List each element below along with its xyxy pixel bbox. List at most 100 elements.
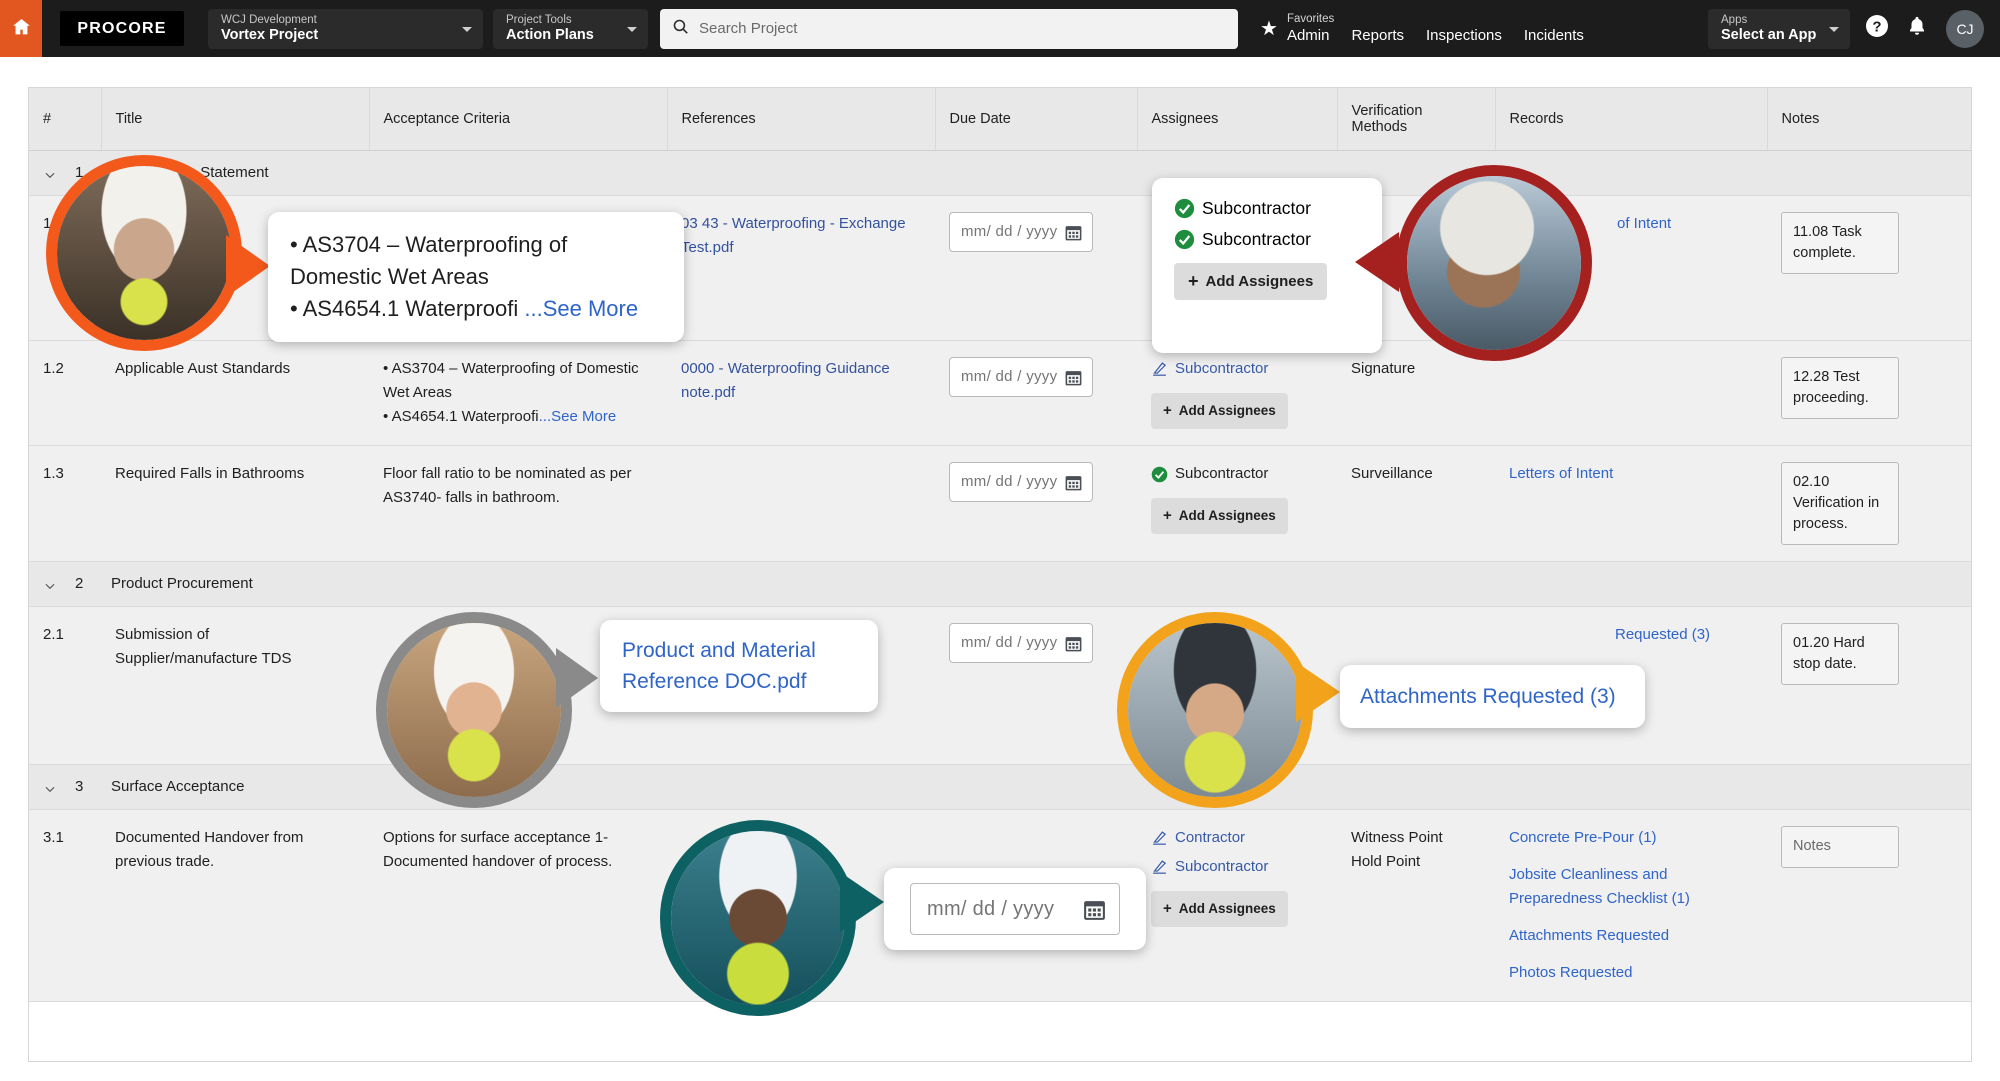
record-link[interactable]: Letters of Intent (1509, 462, 1753, 486)
nav-link-admin[interactable]: Admin (1287, 26, 1330, 45)
nav-link-incidents[interactable]: Incidents (1524, 26, 1584, 45)
record-link[interactable]: Photos Requested (1509, 961, 1753, 985)
signature-pending-icon (1151, 859, 1168, 876)
assignee-item[interactable]: Contractor (1151, 826, 1323, 850)
section-row-3[interactable]: 3 Surface Acceptance (29, 764, 1971, 810)
help-button[interactable]: ? (1864, 15, 1890, 42)
star-icon[interactable]: ★ (1260, 16, 1278, 41)
section-number: 3 (75, 778, 84, 795)
row-notes: 12.28 Test proceeding. (1767, 340, 1971, 446)
popup-assignee-name: Subcontractor (1202, 198, 1311, 218)
row-due-date: mm/ dd / yyyy (935, 195, 1137, 341)
calendar-icon[interactable] (1064, 634, 1083, 653)
column-header-records[interactable]: Records (1495, 88, 1768, 151)
calendar-icon[interactable] (1064, 473, 1083, 492)
record-link[interactable]: Requested (3) (1509, 623, 1753, 647)
due-date-input[interactable]: mm/ dd / yyyy (949, 212, 1093, 252)
column-header-notes[interactable]: Notes (1767, 88, 1971, 151)
row-notes: 02.10 Verification in process. (1767, 445, 1971, 562)
records-callout-text[interactable]: Attachments Requested (3) (1360, 685, 1616, 708)
popup-assignee-item[interactable]: Subcontractor (1174, 198, 1362, 219)
see-more-link[interactable]: ...See More (539, 408, 617, 425)
worker-hardhat-teal-avatar (660, 820, 856, 1016)
chevron-down-icon[interactable] (43, 577, 57, 591)
assignee-item[interactable]: Subcontractor (1151, 357, 1323, 381)
popup-add-assignees-label: Add Assignees (1205, 273, 1314, 290)
section-cell: 3 Surface Acceptance (29, 764, 1971, 810)
row-title: Applicable Aust Standards (101, 340, 369, 446)
reference-link[interactable]: 03 43 - Waterproofing - Exchange Test.pd… (681, 212, 921, 260)
add-assignees-button[interactable]: + Add Assignees (1151, 891, 1288, 927)
record-link[interactable]: Jobsite Cleanliness and Preparedness Che… (1509, 863, 1753, 911)
records-callout-bubble: Attachments Requested (3) (1340, 665, 1645, 728)
worker-hardhat-orange-avatar (46, 155, 242, 351)
reference-callout-line-2[interactable]: Reference DOC.pdf (622, 666, 816, 697)
row-records (1495, 340, 1767, 446)
chevron-down-icon (462, 26, 472, 32)
add-assignees-button[interactable]: + Add Assignees (1151, 498, 1288, 534)
reference-link[interactable]: 0000 - Waterproofing Guidance note.pdf (681, 357, 921, 405)
reference-callout-bubble: Product and Material Reference DOC.pdf (600, 620, 878, 712)
column-header-references[interactable]: References (667, 88, 936, 151)
popup-assignee-item[interactable]: Subcontractor (1174, 229, 1362, 250)
due-date-input[interactable]: mm/ dd / yyyy (949, 462, 1093, 502)
nav-link-reports[interactable]: Reports (1351, 26, 1404, 45)
column-header-number[interactable]: # (29, 88, 102, 151)
row-title: Required Falls in Bathrooms (101, 445, 369, 562)
popup-add-assignees-button[interactable]: + Add Assignees (1174, 263, 1328, 300)
table-header-row: # Title Acceptance Criteria References D… (29, 88, 1971, 151)
notes-box[interactable]: Notes (1781, 826, 1899, 868)
bell-icon (1906, 15, 1928, 42)
criteria-bullet-1: • AS3704 – Waterproofing of Domestic Wet… (383, 360, 639, 401)
top-navigation-bar: PROCORE WCJ Development Vortex Project P… (0, 0, 2000, 57)
row-assignees: Subcontractor + Add Assignees (1137, 445, 1337, 562)
section-row-1[interactable]: 1 Specification Statement (29, 150, 1971, 196)
plus-icon: + (1163, 900, 1172, 917)
assignee-item[interactable]: Subcontractor (1151, 855, 1323, 879)
due-date-input[interactable]: mm/ dd / yyyy (949, 623, 1093, 663)
record-link[interactable]: Concrete Pre-Pour (1) (1509, 826, 1753, 850)
search-placeholder: Search Project (699, 20, 798, 37)
section-row-2[interactable]: 2 Product Procurement (29, 561, 1971, 607)
chevron-down-icon[interactable] (43, 780, 57, 794)
row-number: 1.3 (29, 445, 101, 562)
reference-callout-line-1[interactable]: Product and Material (622, 635, 816, 666)
nav-link-inspections[interactable]: Inspections (1426, 26, 1502, 45)
home-button[interactable] (0, 0, 42, 57)
column-header-title[interactable]: Title (101, 88, 370, 151)
project-tools-selector[interactable]: Project Tools Action Plans (493, 8, 648, 49)
notes-box[interactable]: 02.10 Verification in process. (1781, 462, 1899, 545)
column-header-verification[interactable]: Verification Methods (1337, 88, 1496, 151)
verification-line-2: Methods (1351, 119, 1408, 135)
table-row: 2.1 Submission of Supplier/manufacture T… (29, 606, 1971, 765)
add-assignees-button[interactable]: + Add Assignees (1151, 393, 1288, 429)
chevron-down-icon[interactable] (43, 166, 57, 180)
record-link[interactable]: Attachments Requested (1509, 924, 1753, 948)
row-notes: Notes (1767, 809, 1971, 1002)
calendar-icon[interactable] (1064, 368, 1083, 387)
home-icon (12, 17, 31, 41)
callout-due-date-input[interactable]: mm/ dd / yyyy (910, 883, 1120, 935)
notes-box[interactable]: 12.28 Test proceeding. (1781, 357, 1899, 419)
calendar-icon[interactable] (1064, 223, 1083, 242)
search-input[interactable]: Search Project (660, 8, 1238, 49)
verification-line-1: Verification (1351, 103, 1423, 119)
signature-pending-icon (1151, 361, 1168, 378)
notes-box[interactable]: 01.20 Hard stop date. (1781, 623, 1899, 685)
column-header-assignees[interactable]: Assignees (1137, 88, 1338, 151)
calendar-icon[interactable] (1082, 897, 1107, 922)
due-date-input[interactable]: mm/ dd / yyyy (949, 357, 1093, 397)
assignee-item[interactable]: Subcontractor (1151, 462, 1323, 486)
callout-pointer-orange (226, 235, 270, 297)
notes-box[interactable]: 11.08 Task complete. (1781, 212, 1899, 274)
column-header-criteria[interactable]: Acceptance Criteria (369, 88, 668, 151)
worker-hardhat-orange2-avatar (1117, 612, 1313, 808)
see-more-link[interactable]: ...See More (524, 296, 638, 321)
user-avatar[interactable]: CJ (1946, 9, 1984, 48)
apps-selector[interactable]: Apps Select an App (1708, 8, 1850, 49)
notifications-button[interactable] (1904, 16, 1930, 42)
project-selector-value: Vortex Project (221, 27, 319, 43)
row-title: Submission of Supplier/manufacture TDS (101, 606, 369, 765)
column-header-due-date[interactable]: Due Date (935, 88, 1138, 151)
project-selector[interactable]: WCJ Development Vortex Project (208, 8, 483, 49)
